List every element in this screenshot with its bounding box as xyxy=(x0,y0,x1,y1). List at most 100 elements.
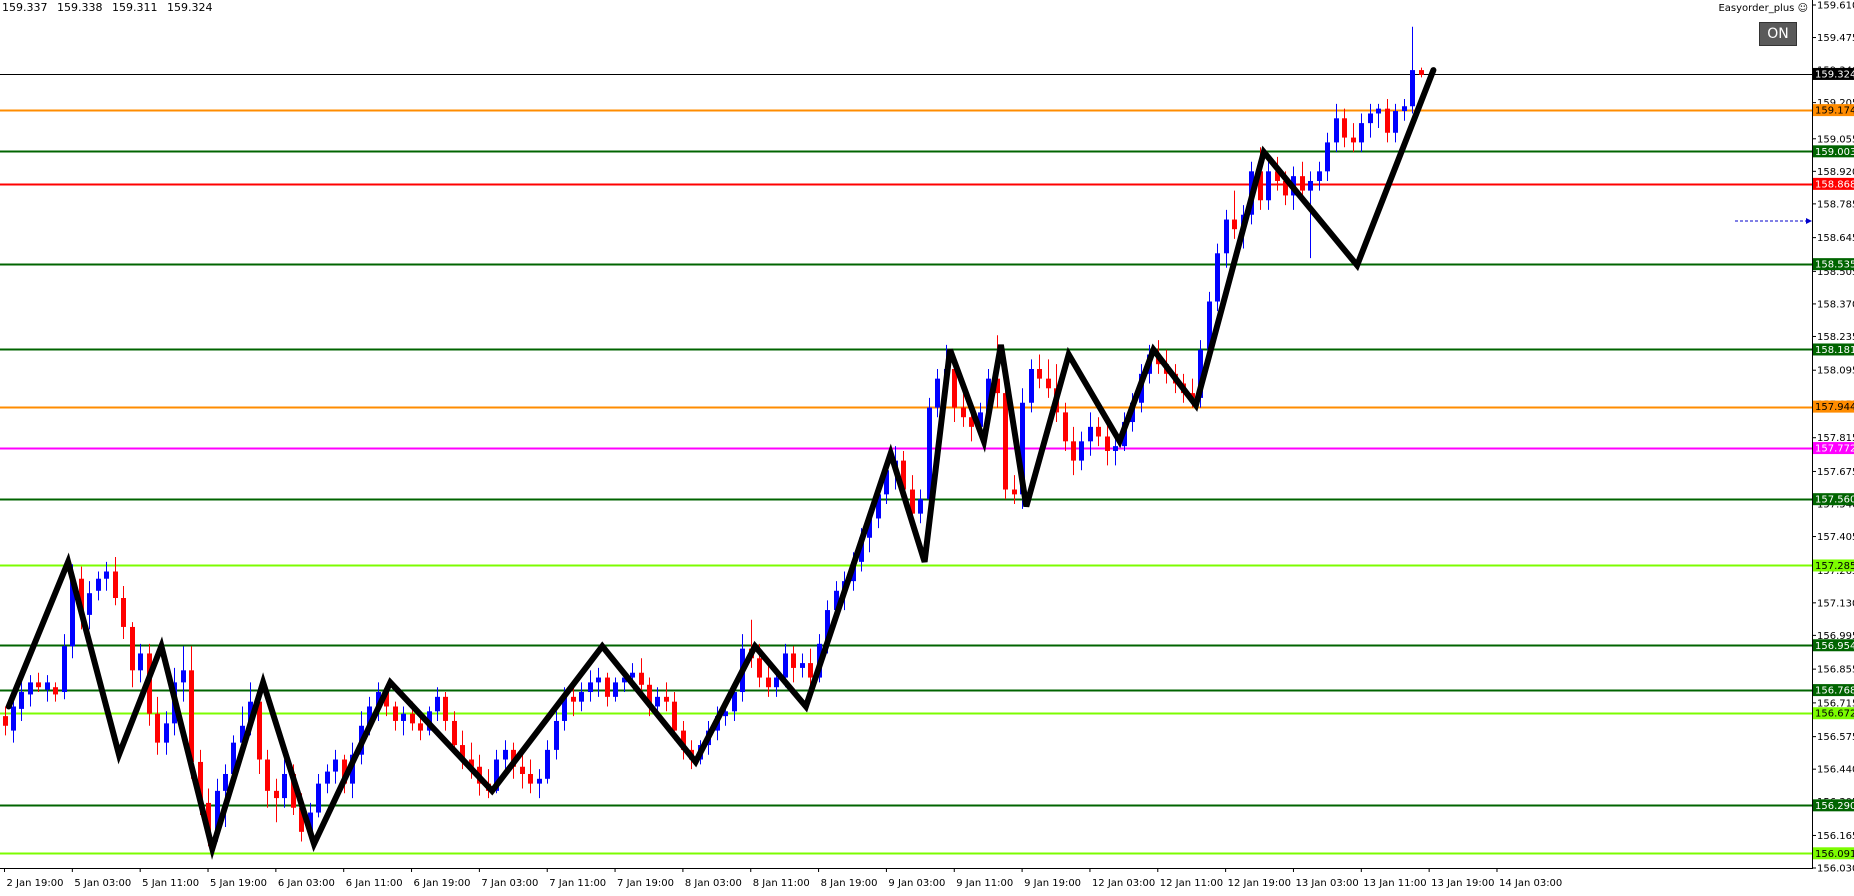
x-tick-label: 9 Jan 03:00 xyxy=(888,878,945,889)
current-price-tag: 159.324 xyxy=(1815,69,1854,80)
x-tick-label: 5 Jan 11:00 xyxy=(142,878,199,889)
ea-name: Easyorder_plus xyxy=(1718,3,1795,14)
candle-body xyxy=(545,749,550,779)
candle-body xyxy=(223,773,228,791)
candle-body xyxy=(325,771,330,784)
candle xyxy=(435,687,440,721)
x-tick-label: 7 Jan 11:00 xyxy=(549,878,606,889)
candle xyxy=(588,670,593,702)
candle-body xyxy=(443,696,448,721)
candle-body xyxy=(53,687,58,695)
candle-body xyxy=(1376,108,1381,114)
candle-body xyxy=(1393,111,1398,133)
x-tick-label: 14 Jan 03:00 xyxy=(1499,878,1562,889)
candle-body xyxy=(1317,171,1322,181)
candle xyxy=(918,489,923,524)
ohlc-close: 159.324 xyxy=(167,1,213,14)
candle xyxy=(1410,26,1415,114)
candle xyxy=(28,675,33,707)
level-price-tag: 156.290 xyxy=(1815,801,1854,812)
level-price-tag: 158.181 xyxy=(1815,345,1854,356)
x-tick-label: 7 Jan 03:00 xyxy=(481,878,538,889)
level-price-tag: 157.285 xyxy=(1815,561,1854,572)
candle-body xyxy=(1300,176,1305,191)
candle-body xyxy=(528,773,533,784)
candle xyxy=(3,706,8,736)
level-price-tag: 156.768 xyxy=(1815,686,1854,697)
candle-body xyxy=(808,663,813,678)
candle xyxy=(333,749,338,784)
candle xyxy=(639,658,644,693)
x-tick-label: 5 Jan 19:00 xyxy=(210,878,267,889)
candle-body xyxy=(571,696,576,702)
candle-body xyxy=(1046,378,1051,389)
candle xyxy=(164,711,169,755)
candle xyxy=(1351,123,1356,153)
y-tick-label: 158.235 xyxy=(1817,332,1854,343)
candle xyxy=(554,711,559,760)
candle xyxy=(1096,417,1101,447)
candle-body xyxy=(757,658,762,678)
y-tick-label: 156.575 xyxy=(1817,732,1854,743)
candle-body xyxy=(130,626,135,671)
candle xyxy=(155,696,160,755)
x-tick-label: 5 Jan 03:00 xyxy=(74,878,131,889)
candle-body xyxy=(554,720,559,750)
x-tick-label: 6 Jan 19:00 xyxy=(414,878,471,889)
ohlc-high: 159.338 xyxy=(57,1,103,14)
candle-body xyxy=(1402,106,1407,112)
candle-body xyxy=(418,723,423,731)
level-price-tag: 156.954 xyxy=(1815,641,1854,652)
candle-body xyxy=(1037,369,1042,379)
arrow-right-icon xyxy=(1806,218,1812,224)
candle-body xyxy=(655,696,660,707)
candle-body xyxy=(503,749,508,760)
x-tick-label: 12 Jan 03:00 xyxy=(1092,878,1155,889)
level-price-tag: 159.003 xyxy=(1815,147,1854,158)
x-tick-label: 12 Jan 11:00 xyxy=(1160,878,1223,889)
candle-body xyxy=(1308,180,1313,191)
candle xyxy=(443,692,448,731)
candle-body xyxy=(274,790,279,799)
price-chart[interactable]: 159.610159.475159.340159.205159.055158.9… xyxy=(0,0,1854,896)
candle-body xyxy=(265,759,270,791)
chart-window[interactable]: 159.610159.475159.340159.205159.055158.9… xyxy=(0,0,1854,896)
candle-body xyxy=(401,713,406,721)
candle xyxy=(528,759,533,794)
candle-body xyxy=(1063,412,1068,442)
candle xyxy=(1046,359,1051,398)
candle xyxy=(1232,190,1237,239)
candle-body xyxy=(774,677,779,688)
candle xyxy=(1368,103,1373,138)
x-tick-label: 9 Jan 11:00 xyxy=(956,878,1013,889)
candle-body xyxy=(1105,436,1110,451)
candle-body xyxy=(1096,426,1101,437)
x-tick-label: 8 Jan 19:00 xyxy=(821,878,878,889)
candle-body xyxy=(1410,70,1415,107)
candle xyxy=(45,675,50,702)
x-tick-label: 13 Jan 11:00 xyxy=(1363,878,1426,889)
candle xyxy=(401,706,406,736)
y-tick-label: 156.440 xyxy=(1817,765,1854,776)
candle xyxy=(181,646,186,702)
candle xyxy=(791,646,796,683)
candle-body xyxy=(664,696,669,702)
y-tick-label: 158.645 xyxy=(1817,233,1854,244)
candle-body xyxy=(672,701,677,731)
x-tick-label: 12 Jan 19:00 xyxy=(1228,878,1291,889)
candle xyxy=(1224,209,1229,268)
candle xyxy=(1359,113,1364,153)
candle xyxy=(121,585,126,639)
x-tick-label: 13 Jan 03:00 xyxy=(1295,878,1358,889)
level-price-tag: 159.174 xyxy=(1815,106,1854,117)
candle-body xyxy=(1385,108,1390,133)
candle xyxy=(1419,67,1424,78)
candle-body xyxy=(164,723,169,743)
candle-body xyxy=(1266,171,1271,201)
candle-body xyxy=(1359,123,1364,143)
candle-body xyxy=(1113,446,1118,451)
on-toggle-button[interactable]: ON xyxy=(1759,22,1797,46)
candle-body xyxy=(121,598,126,627)
candle-body xyxy=(11,706,16,731)
candle xyxy=(1342,108,1347,148)
